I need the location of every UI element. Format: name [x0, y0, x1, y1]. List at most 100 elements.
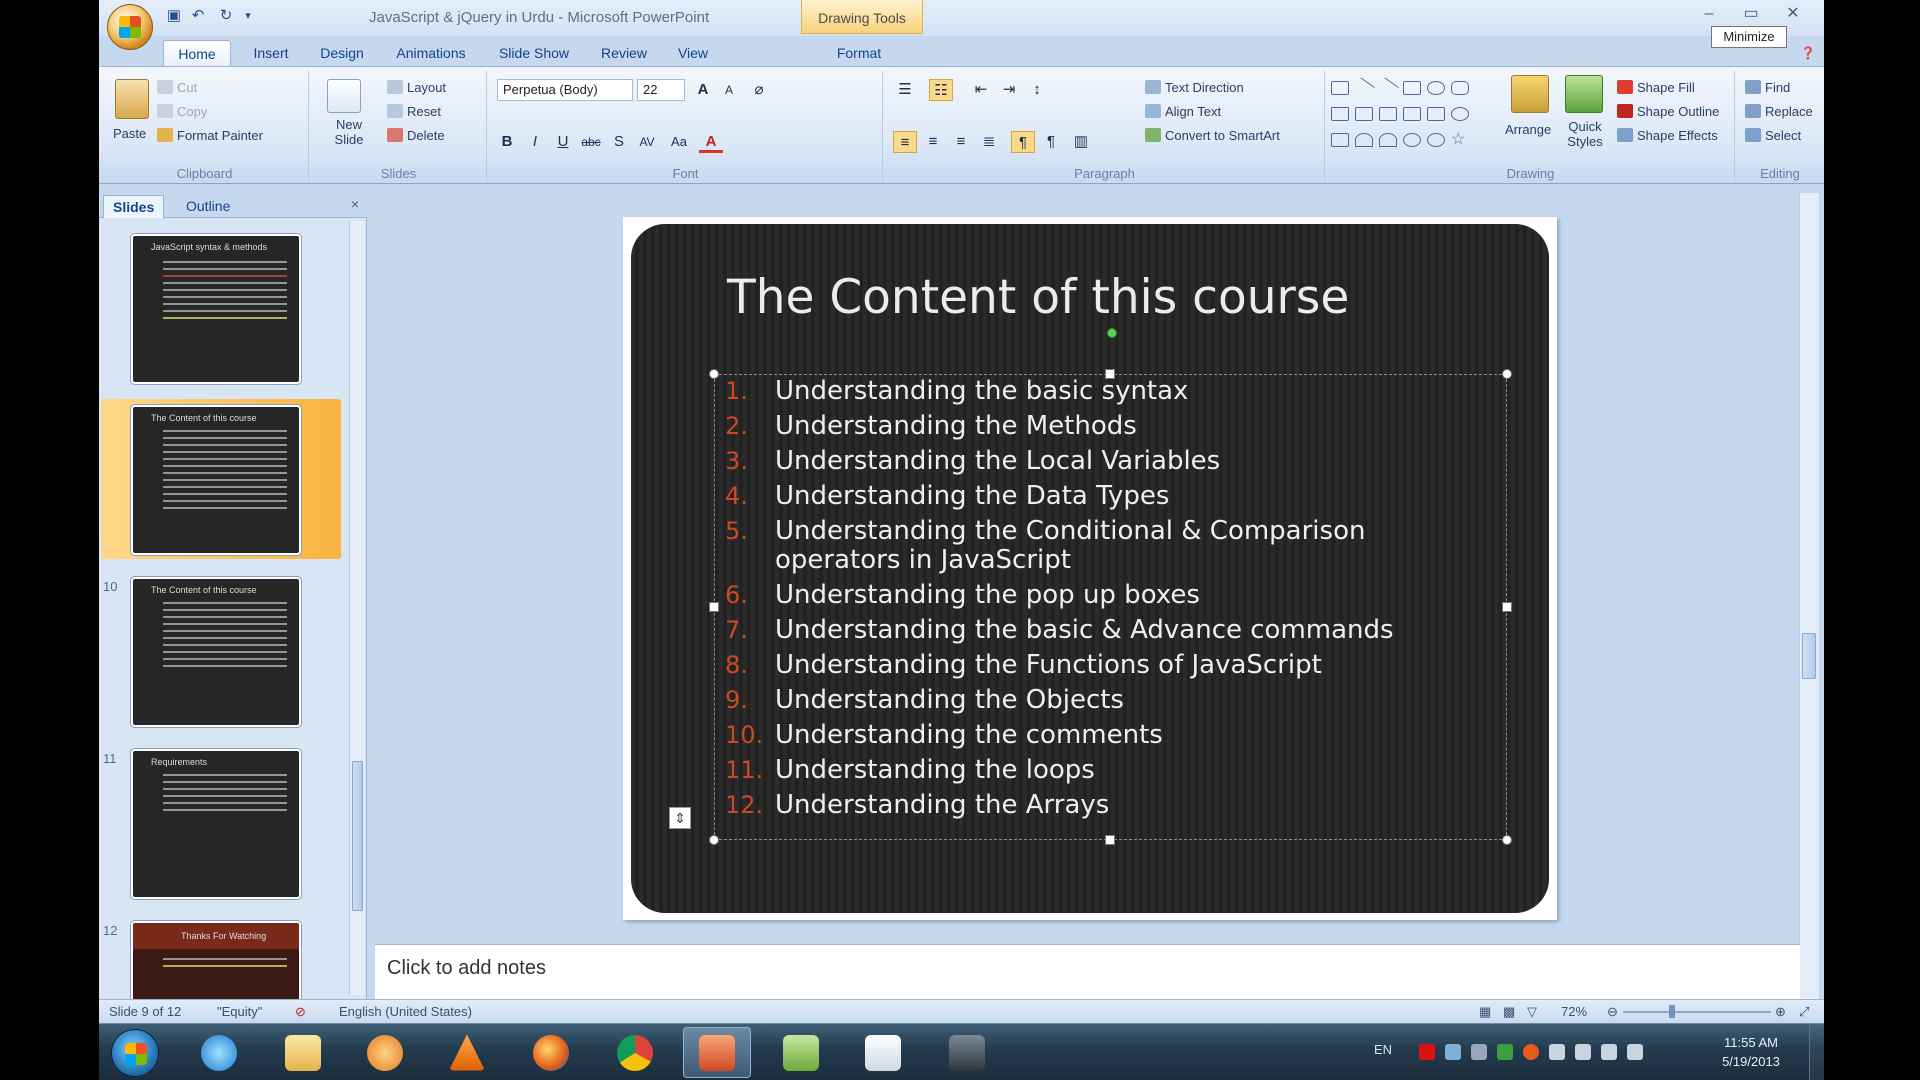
- line-shape-icon[interactable]: [1352, 77, 1376, 99]
- tray-app-icon[interactable]: [1445, 1044, 1461, 1060]
- zoom-out-icon[interactable]: ⊖: [1607, 1004, 1618, 1020]
- start-button[interactable]: [111, 1029, 159, 1077]
- office-button[interactable]: [107, 4, 153, 50]
- change-case-icon[interactable]: Aa: [667, 131, 691, 153]
- font-family-select[interactable]: Perpetua (Body): [497, 79, 633, 101]
- arrange-button[interactable]: Arrange: [1505, 121, 1551, 139]
- shape-fill-button[interactable]: Shape Fill: [1617, 79, 1695, 97]
- resize-handle-right[interactable]: [1502, 602, 1512, 612]
- resize-handle-bottom[interactable]: [1105, 835, 1115, 845]
- taskbar-app[interactable]: [767, 1027, 835, 1078]
- columns-icon[interactable]: ▥: [1069, 131, 1093, 153]
- minimize-icon[interactable]: –: [1689, 2, 1729, 26]
- replace-button[interactable]: Replace: [1745, 103, 1813, 121]
- restore-icon[interactable]: ▭: [1731, 2, 1771, 26]
- convert-smartart-button[interactable]: Convert to SmartArt: [1145, 127, 1280, 145]
- resize-handle-top[interactable]: [1105, 369, 1115, 379]
- arrow-shape-icon[interactable]: [1376, 77, 1400, 99]
- taskbar-internet-explorer[interactable]: [185, 1027, 253, 1078]
- slide-scrollbar[interactable]: [1799, 193, 1819, 999]
- zoom-slider-knob[interactable]: [1669, 1005, 1675, 1018]
- new-slide-icon[interactable]: [327, 79, 361, 113]
- quick-styles-button[interactable]: Quick Styles: [1563, 119, 1607, 149]
- spellcheck-icon[interactable]: ⊘: [295, 1004, 306, 1020]
- font-size-select[interactable]: 22: [637, 79, 685, 101]
- star-shape-icon[interactable]: ☆: [1451, 132, 1469, 148]
- bold-icon[interactable]: B: [495, 131, 519, 153]
- fit-to-window-icon[interactable]: ⤢: [1799, 1004, 1809, 1020]
- zoom-slider[interactable]: [1623, 1011, 1771, 1013]
- redo-icon[interactable]: ↻: [217, 7, 235, 25]
- taskbar-powerpoint[interactable]: [683, 1027, 751, 1078]
- bolt-shape-icon[interactable]: [1331, 133, 1349, 147]
- resize-handle-top-right[interactable]: [1502, 369, 1512, 379]
- align-right-icon[interactable]: ≡: [949, 131, 973, 153]
- underline-icon[interactable]: U: [551, 131, 575, 153]
- help-icon[interactable]: ❓: [1799, 40, 1817, 66]
- strikethrough-icon[interactable]: abc: [579, 131, 603, 153]
- delete-slide-button[interactable]: Delete: [387, 127, 445, 145]
- zoom-in-icon[interactable]: ⊕: [1775, 1004, 1786, 1020]
- slide-thumbnail-selected[interactable]: The Content of this course: [101, 399, 341, 559]
- right-arrow-shape-icon[interactable]: [1403, 107, 1421, 121]
- shadow-icon[interactable]: S: [607, 131, 631, 153]
- taskbar-explorer[interactable]: [269, 1027, 337, 1078]
- curve-shape-icon[interactable]: [1379, 133, 1397, 147]
- tab-design[interactable]: Design: [309, 40, 375, 66]
- tray-icon[interactable]: [1471, 1044, 1487, 1060]
- taskbar-firefox[interactable]: [517, 1027, 585, 1078]
- increase-indent-icon[interactable]: ⇥: [997, 79, 1021, 101]
- taskbar-chrome[interactable]: [601, 1027, 669, 1078]
- resize-handle-left[interactable]: [709, 602, 719, 612]
- taskbar-media-player[interactable]: [351, 1027, 419, 1078]
- select-button[interactable]: Select: [1745, 127, 1801, 145]
- rounded-rect-shape-icon[interactable]: [1451, 81, 1469, 95]
- tab-slide-show[interactable]: Slide Show: [489, 40, 579, 66]
- format-painter-button[interactable]: Format Painter: [157, 127, 263, 145]
- justify-icon[interactable]: ≣: [977, 131, 1001, 153]
- taskbar-tool[interactable]: [933, 1027, 1001, 1078]
- shrink-font-icon[interactable]: A: [717, 79, 741, 101]
- numbering-icon[interactable]: ☷: [929, 79, 953, 101]
- close-pane-icon[interactable]: ×: [351, 196, 359, 212]
- tab-insert[interactable]: Insert: [241, 40, 301, 66]
- char-spacing-icon[interactable]: AV: [635, 131, 659, 153]
- slide-canvas[interactable]: The Content of this course 1. Understandi…: [623, 217, 1557, 920]
- resize-handle-bottom-left[interactable]: [709, 835, 719, 845]
- down-arrow-shape-icon[interactable]: [1427, 107, 1445, 121]
- align-center-icon[interactable]: ≡: [921, 131, 945, 153]
- paste-button[interactable]: Paste: [113, 125, 146, 143]
- line-spacing-icon[interactable]: ↕: [1025, 79, 1049, 101]
- normal-view-icon[interactable]: ▦: [1479, 1004, 1491, 1020]
- font-color-icon[interactable]: A: [699, 131, 723, 153]
- content-placeholder[interactable]: 1. Understanding the basic syntax 2. Under…: [714, 374, 1507, 840]
- paste-icon[interactable]: [115, 79, 149, 119]
- rotation-handle[interactable]: [1107, 328, 1117, 338]
- tab-slides[interactable]: Slides: [103, 195, 165, 218]
- language-indicator[interactable]: English (United States): [339, 1004, 472, 1019]
- system-clock[interactable]: 11:55 AM 5/19/2013: [1711, 1033, 1791, 1071]
- slide-show-icon[interactable]: ▽: [1527, 1004, 1537, 1020]
- taskbar-notepad[interactable]: [849, 1027, 917, 1078]
- slide-sorter-icon[interactable]: ▩: [1503, 1004, 1515, 1020]
- shape-outline-button[interactable]: Shape Outline: [1617, 103, 1719, 121]
- grow-font-icon[interactable]: A: [691, 79, 715, 101]
- triangle-shape-icon[interactable]: [1331, 107, 1349, 121]
- bullets-icon[interactable]: ☰: [893, 79, 917, 101]
- tab-format[interactable]: Format: [819, 40, 899, 66]
- find-button[interactable]: Find: [1745, 79, 1790, 97]
- new-slide-button[interactable]: New Slide: [329, 117, 369, 147]
- tab-review[interactable]: Review: [589, 40, 659, 66]
- pentagon-shape-icon[interactable]: [1451, 107, 1469, 121]
- taskbar-vlc[interactable]: [433, 1027, 501, 1078]
- language-bar[interactable]: EN: [1374, 1042, 1392, 1057]
- brace-right-shape-icon[interactable]: [1427, 133, 1445, 147]
- tray-volume-icon[interactable]: [1627, 1044, 1643, 1060]
- undo-icon[interactable]: ↶: [189, 7, 207, 25]
- save-icon[interactable]: ▣: [165, 7, 183, 25]
- tab-view[interactable]: View: [665, 40, 721, 66]
- clear-formatting-icon[interactable]: ⌀: [747, 79, 771, 101]
- ltr-icon[interactable]: ¶: [1011, 131, 1035, 153]
- elbow-shape-icon[interactable]: [1379, 107, 1397, 121]
- slide-scrollbar-thumb[interactable]: [1802, 633, 1816, 679]
